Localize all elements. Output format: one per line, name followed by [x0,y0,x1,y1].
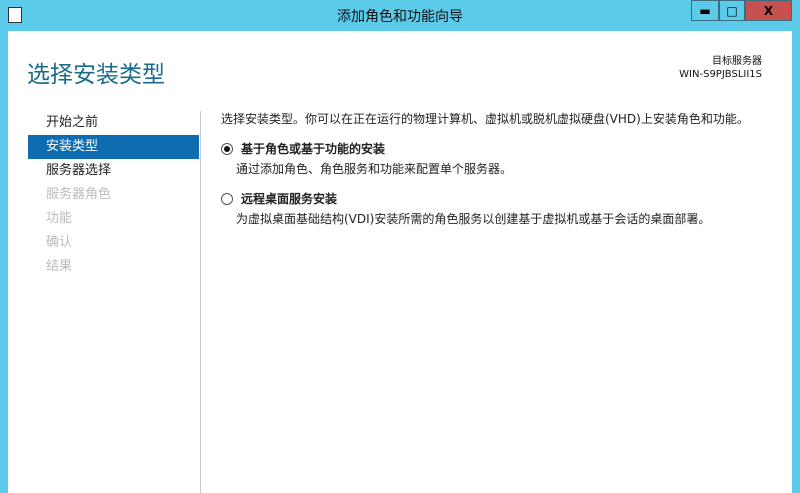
maximize-button[interactable]: □ [719,0,745,21]
nav-item-before-you-begin[interactable]: 开始之前 [28,111,199,135]
target-server-name: WIN-S9PJBSLII1S [679,69,762,80]
target-server-label: 目标服务器 [712,56,762,67]
title-bar: 添加角色和功能向导 ▬ □ X [0,0,800,30]
option-description: 通过添加角色、角色服务和功能来配置单个服务器。 [236,162,513,176]
nav-item-results: 结果 [46,259,73,274]
window-title: 添加角色和功能向导 [337,9,463,25]
main-content: 选择安装类型。你可以在正在运行的物理计算机、虚拟机或脱机虚拟硬盘(VHD)上安装… [221,110,781,227]
option-role-based[interactable]: 基于角色或基于功能的安装 通过添加角色、角色服务和功能来配置单个服务器。 [221,140,781,177]
nav-item-server-roles: 服务器角色 [46,187,112,202]
nav-item-server-selection[interactable]: 服务器选择 [28,159,199,183]
page-title: 选择安装类型 [27,62,165,88]
intro-text: 选择安装类型。你可以在正在运行的物理计算机、虚拟机或脱机虚拟硬盘(VHD)上安装… [221,112,749,126]
minimize-button[interactable]: ▬ [691,0,719,21]
radio-role-based[interactable] [221,142,233,155]
close-button[interactable]: X [745,0,792,21]
option-description: 为虚拟桌面基础结构(VDI)安装所需的角色服务以创建基于虚拟机或基于会话的桌面部… [236,212,711,226]
target-server: 目标服务器 WIN-S9PJBSLII1S [679,55,762,81]
option-remote-desktop[interactable]: 远程桌面服务安装 为虚拟桌面基础结构(VDI)安装所需的角色服务以创建基于虚拟机… [221,190,781,227]
wizard-body: 选择安装类型 目标服务器 WIN-S9PJBSLII1S 开始之前 安装类型 服… [8,31,792,493]
radio-remote-desktop[interactable] [221,192,233,205]
nav-item-installation-type[interactable]: 安装类型 [28,135,199,159]
wizard-nav: 开始之前 安装类型 服务器选择 服务器角色 功能 确认 结果 [28,111,199,279]
nav-item-confirmation: 确认 [46,235,73,250]
option-label[interactable]: 基于角色或基于功能的安装 [241,140,385,157]
option-label[interactable]: 远程桌面服务安装 [241,190,337,207]
divider [200,111,201,493]
nav-item-features: 功能 [46,211,73,226]
